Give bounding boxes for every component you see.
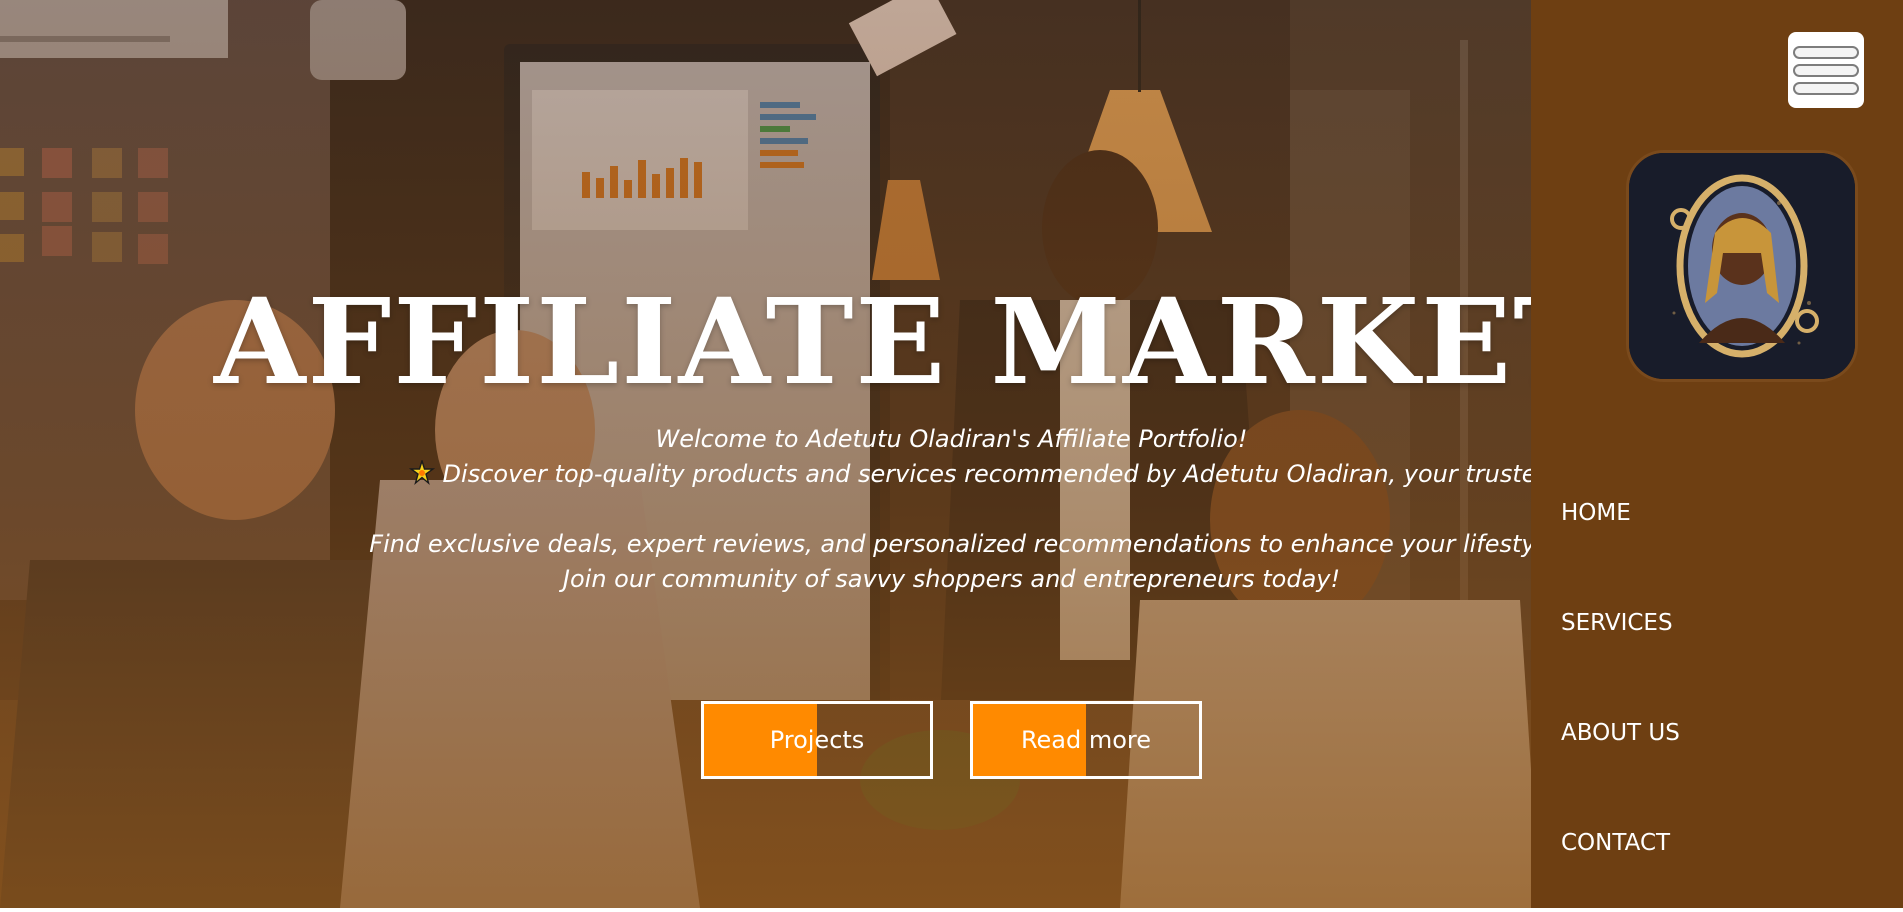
page: AFFILIATE MARKETING Welcome to Adetutu O… [0,0,1903,912]
avatar-portrait-image [1629,153,1855,379]
projects-button[interactable]: Projects [701,701,933,779]
hamburger-menu-icon[interactable] [1788,32,1864,108]
sparkle-star-icon [408,460,435,486]
nav-about-us[interactable]: ABOUT US [1561,720,1680,746]
nav-services[interactable]: SERVICES [1561,610,1673,636]
menu-bar [1793,63,1859,77]
nav-home[interactable]: HOME [1561,500,1631,526]
menu-bar [1793,81,1859,95]
sidebar [1531,0,1903,908]
avatar [1626,150,1858,382]
bottom-divider [0,908,1903,912]
nav-contact[interactable]: CONTACT [1561,830,1670,856]
menu-bar [1793,45,1859,59]
read-more-button[interactable]: Read more [970,701,1202,779]
